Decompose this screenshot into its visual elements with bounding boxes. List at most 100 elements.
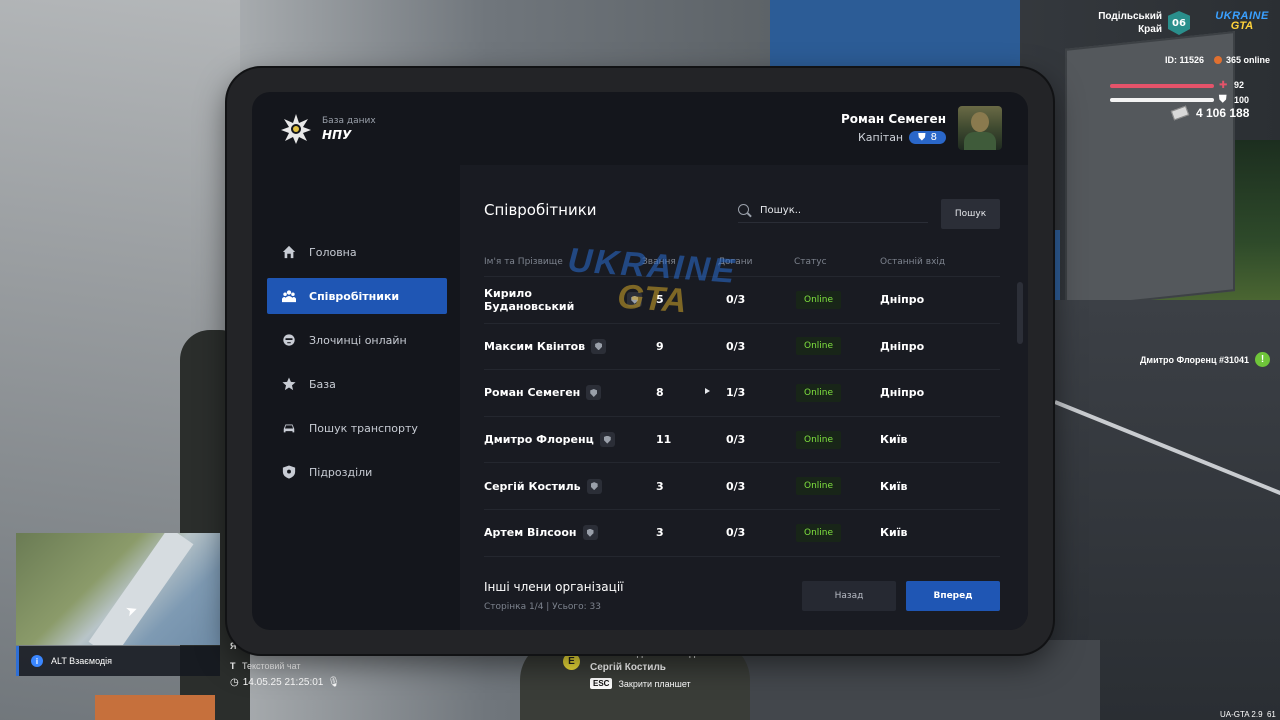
status-cell: Online xyxy=(794,430,880,449)
alt-hint-text: ALT Взаємодія xyxy=(51,656,113,666)
employee-reprimands: 0/3 xyxy=(726,433,746,447)
money-display: 4 106 188 xyxy=(1170,105,1272,121)
column-reprimands: Догани xyxy=(718,256,753,267)
rank-level-badge: ⛊ 8 xyxy=(909,131,946,144)
online-count-text: 365 online xyxy=(1225,55,1270,65)
minimap-road xyxy=(88,533,194,645)
employee-last-login: Київ xyxy=(880,433,908,447)
search-button[interactable]: Пошук xyxy=(941,199,1000,229)
employee-name-cell: Кирило Будановський xyxy=(484,287,642,313)
nav-item-criminals[interactable]: Злочинці онлайн xyxy=(267,322,447,358)
column-rank: Звання xyxy=(642,256,676,267)
employee-name: Кирило Будановський xyxy=(484,286,575,313)
employee-name-cell: Роман Семеген xyxy=(484,385,642,401)
hud-region-label: Подільський Край xyxy=(1070,10,1162,36)
employee-name-cell: Дмитро Флоренц xyxy=(484,432,642,448)
avatar-head xyxy=(971,112,989,132)
armor-value: 100 xyxy=(1234,95,1250,105)
car-icon xyxy=(281,420,297,436)
criminal-icon xyxy=(281,332,297,348)
hud-id-row: ID: 11526 365 online xyxy=(1120,55,1270,65)
search-icon xyxy=(738,203,752,218)
employees-panel: Співробітники Пошук Ім'я та Прізвище Зва… xyxy=(460,165,1028,630)
table-row[interactable]: Роман Семеген 8 1/3 Online Дніпро xyxy=(484,370,1000,417)
back-button[interactable]: Назад xyxy=(802,581,896,611)
table-row[interactable]: Кирило Будановський 5 0/3 Online Дніпро xyxy=(484,277,1000,324)
brand-title: НПУ xyxy=(322,128,352,142)
employee-reprimands: 0/3 xyxy=(726,479,746,493)
status-badge: Online xyxy=(796,523,842,542)
alert-icon: ! xyxy=(1255,352,1271,367)
nav-item-home[interactable]: Головна xyxy=(267,234,447,270)
health-bar xyxy=(1110,84,1214,88)
health-value: 92 xyxy=(1234,80,1245,90)
minimap: ➤ xyxy=(16,533,220,645)
badge-shield-icon xyxy=(627,292,642,308)
tablet-screen: База даних НПУ Роман Семеген Капітан ⛊ 8… xyxy=(252,92,1028,630)
home-icon xyxy=(281,244,297,260)
table-row[interactable]: Сергій Костиль 3 0/3 Online Київ xyxy=(484,463,1000,510)
online-icon xyxy=(1213,56,1222,64)
list-scrollbar[interactable] xyxy=(1017,282,1023,344)
money-amount: 4 106 188 xyxy=(1196,106,1250,120)
armor-icon: ⛊ xyxy=(1219,94,1227,105)
badge-shield-icon xyxy=(582,525,598,541)
brand: База даних НПУ xyxy=(280,113,376,145)
nav-label-vehicle-search: Пошук транспорту xyxy=(309,421,418,435)
brand-text: База даних НПУ xyxy=(322,116,376,142)
status-badge: Online xyxy=(796,430,842,449)
employee-last-login: Дніпро xyxy=(880,293,925,307)
status-badge: Online xyxy=(796,290,842,309)
status-cell: Online xyxy=(794,523,880,542)
nav-label-database: База xyxy=(309,377,336,391)
status-cell: Online xyxy=(794,383,880,402)
table-row[interactable]: Артем Вілсоон 3 0/3 Online Київ xyxy=(484,510,1000,557)
employee-rank: 11 xyxy=(656,433,672,447)
employee-name: Сергій Костиль xyxy=(484,479,581,493)
version-label: UA-GTA 2.9 61 xyxy=(1220,710,1276,719)
nav-item-database[interactable]: База xyxy=(267,366,447,402)
employee-list: Кирило Будановський 5 0/3 Online Дніпро … xyxy=(484,277,1000,557)
hud-region-line1: Подільський xyxy=(1098,11,1162,22)
employee-reprimands: 0/3 xyxy=(726,293,746,307)
player-id: ID: 11526 xyxy=(1164,55,1204,65)
employee-rank: 9 xyxy=(656,339,664,353)
interaction-target: Сергій Костиль xyxy=(590,662,666,673)
other-members-title: Інші члени організації xyxy=(484,580,624,594)
nav-item-units[interactable]: Підрозділи xyxy=(267,454,447,490)
badge-shield-icon xyxy=(586,478,602,494)
status-cell: Online xyxy=(794,477,880,496)
next-button[interactable]: Вперед xyxy=(906,581,1000,611)
table-row[interactable]: Дмитро Флоренц 11 0/3 Online Київ xyxy=(484,417,1000,464)
chat-hint-row: Т Текстовий чат xyxy=(230,656,301,676)
table-row[interactable]: Максим Квінтов 9 0/3 Online Дніпро xyxy=(484,324,1000,371)
employee-rank: 3 xyxy=(656,479,664,493)
clock-icon: ◷ xyxy=(230,677,239,688)
police-star-icon xyxy=(280,113,312,145)
nav-item-vehicle-search[interactable]: Пошук транспорту xyxy=(267,410,447,446)
version-text: UA-GTA 2.9 xyxy=(1220,710,1263,719)
page-title: Співробітники xyxy=(484,201,597,219)
profile-name: Роман Семеген xyxy=(840,112,946,126)
alt-interaction-hint: i ALT Взаємодія xyxy=(16,646,220,676)
e-key-icon: E xyxy=(563,653,580,670)
info-icon: i xyxy=(31,655,43,667)
employee-name-cell: Артем Вілсоон xyxy=(484,525,642,541)
nav-item-employees[interactable]: Співробітники xyxy=(267,278,447,314)
status-badge: Online xyxy=(796,383,842,402)
status-cell: Online xyxy=(794,290,880,309)
chat-label: Текстовий чат xyxy=(242,661,301,671)
employee-name: Максим Квінтов xyxy=(484,339,586,353)
nav-label-units: Підрозділи xyxy=(309,465,373,479)
employee-reprimands: 1/3 xyxy=(726,386,746,400)
employee-last-login: Дніпро xyxy=(880,339,925,353)
search-input[interactable] xyxy=(760,205,920,216)
mouse-cursor-icon xyxy=(705,388,710,394)
clock-text: 14.05.25 21:25:01 xyxy=(242,677,324,688)
table-header: Ім'я та Прізвище Звання Догани Статус Ос… xyxy=(484,247,1000,277)
pagination-info: Сторінка 1/4 | Усього: 33 xyxy=(484,602,602,612)
esc-key-icon: ESC xyxy=(590,678,613,689)
nav-label-employees: Співробітники xyxy=(309,289,400,303)
user-profile: Роман Семеген Капітан ⛊ 8 xyxy=(841,106,1002,150)
microphone-icon: 🎙 xyxy=(327,677,341,688)
